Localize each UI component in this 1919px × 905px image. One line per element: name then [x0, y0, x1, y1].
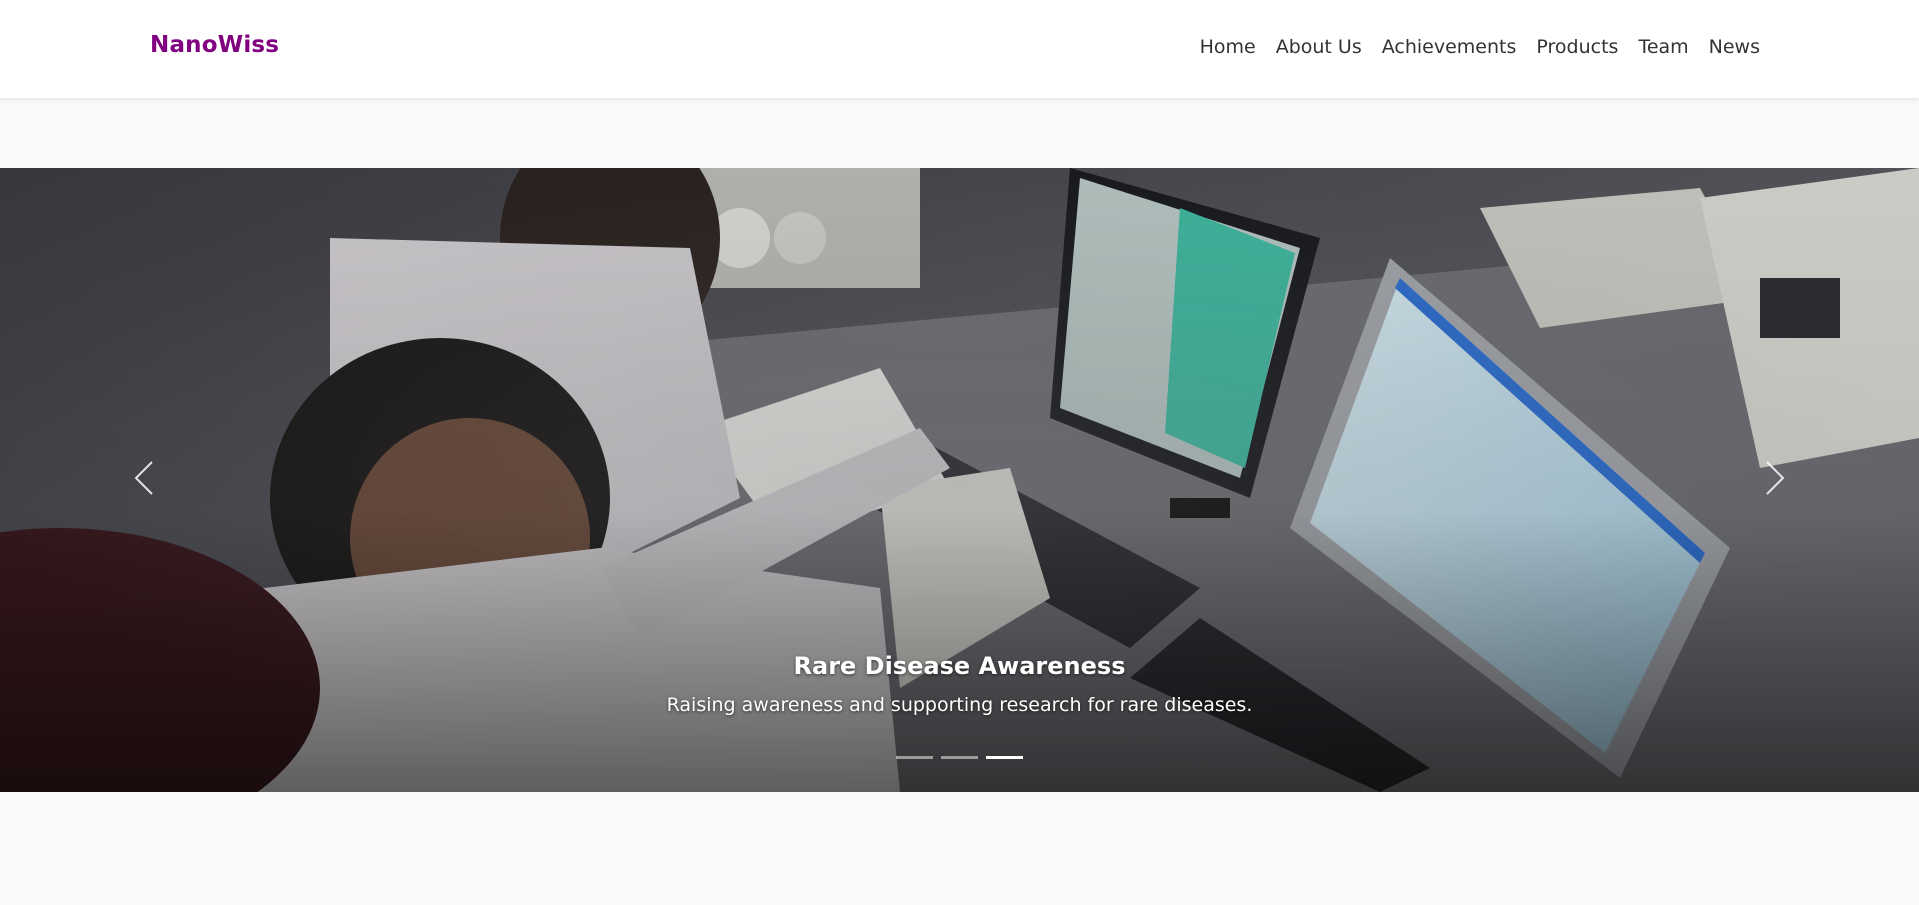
carousel-indicator-1[interactable]	[896, 756, 933, 759]
carousel-indicators	[0, 756, 1919, 759]
nav-link-team[interactable]: Team	[1638, 36, 1688, 58]
nav-links: Home About Us Achievements Products Team…	[1200, 36, 1760, 58]
chevron-left-icon	[134, 461, 153, 495]
nav-link-about-us[interactable]: About Us	[1276, 36, 1362, 58]
carousel-indicator-3[interactable]	[986, 756, 1023, 759]
nav-item-home: Home	[1200, 36, 1256, 58]
nav-item-achievements: Achievements	[1382, 36, 1517, 58]
slide-title: Rare Disease Awareness	[793, 652, 1126, 680]
navbar: NanoWiss Home About Us Achievements Prod…	[0, 0, 1919, 98]
nav-item-news: News	[1709, 36, 1760, 58]
carousel-next-button[interactable]	[1755, 458, 1795, 498]
chevron-right-icon	[1766, 461, 1785, 495]
slide-caption: Rare Disease Awareness Raising awareness…	[0, 652, 1919, 716]
hero-carousel: Rare Disease Awareness Raising awareness…	[0, 168, 1919, 792]
nav-item-products: Products	[1536, 36, 1618, 58]
nav-link-achievements[interactable]: Achievements	[1382, 36, 1517, 58]
nav-item-about-us: About Us	[1276, 36, 1362, 58]
carousel-prev-button[interactable]	[124, 458, 164, 498]
brand-logo-link[interactable]: NanoWiss	[150, 32, 279, 58]
nav-link-products[interactable]: Products	[1536, 36, 1618, 58]
carousel-indicator-2[interactable]	[941, 756, 978, 759]
nav-link-news[interactable]: News	[1709, 36, 1760, 58]
nav-link-home[interactable]: Home	[1200, 36, 1256, 58]
slide-description: Raising awareness and supporting researc…	[666, 694, 1253, 716]
nav-item-team: Team	[1638, 36, 1688, 58]
